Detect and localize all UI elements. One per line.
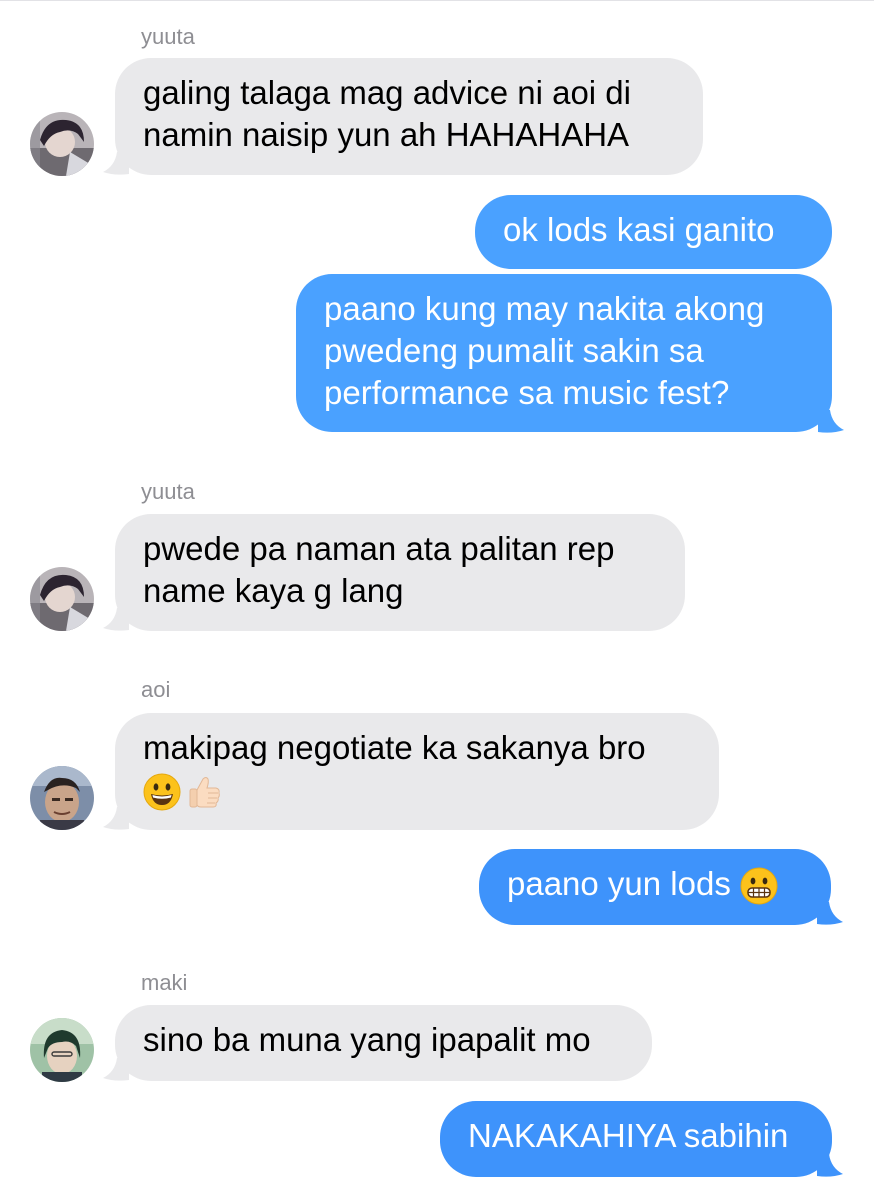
message-text-line: namin naisip yun ah HAHAHAHA — [143, 116, 630, 153]
message-bubble-outgoing[interactable]: paano kung may nakita akong pwedeng puma… — [296, 274, 832, 432]
message-text-line: paano yun lods — [507, 863, 803, 905]
avatar-aoi-icon — [30, 766, 94, 830]
message-bubble-incoming[interactable]: pwede pa naman ata palitan rep name kaya… — [115, 514, 685, 631]
avatar-maki[interactable] — [30, 1018, 94, 1082]
message-text-line: galing talaga mag advice ni aoi di — [143, 74, 631, 111]
grimacing-face-icon — [740, 867, 778, 905]
bubble-tail-incoming — [103, 608, 129, 631]
avatar-yuuta-icon — [30, 112, 94, 176]
message-text-line: performance sa music fest? — [324, 374, 730, 411]
message-text-line: makipag negotiate ka sakanya bro — [143, 729, 646, 766]
thumbs-up-light-skin-icon — [189, 777, 220, 808]
bubble-tail-outgoing — [817, 902, 843, 925]
bubble-tail-outgoing — [817, 1154, 843, 1177]
message-bubble-incoming[interactable]: galing talaga mag advice ni aoi di namin… — [115, 58, 703, 175]
message-bubble-outgoing[interactable]: paano yun lods — [479, 849, 831, 925]
sender-name: maki — [141, 970, 188, 995]
top-divider — [0, 0, 874, 1]
avatar-yuuta-icon — [30, 567, 94, 631]
sender-name: aoi — [141, 677, 171, 702]
bubble-tail-incoming — [103, 807, 129, 830]
message-bubble-incoming[interactable]: makipag negotiate ka sakanya bro — [115, 713, 719, 830]
message-text-line: name kaya g lang — [143, 572, 404, 609]
message-bubble-incoming[interactable]: sino ba muna yang ipapalit mo — [115, 1005, 652, 1081]
sender-name: yuuta — [141, 24, 195, 49]
message-emoji-line — [143, 769, 691, 811]
bubble-tail-incoming — [103, 1058, 129, 1081]
bubble-tail-incoming — [103, 152, 129, 175]
message-bubble-outgoing[interactable]: NAKAKAHIYA sabihin — [440, 1101, 832, 1177]
sender-name: yuuta — [141, 479, 195, 504]
avatar-maki-icon — [30, 1018, 94, 1082]
message-bubble-outgoing[interactable]: ok lods kasi ganito — [475, 195, 832, 269]
bubble-tail-outgoing — [818, 410, 844, 433]
message-text-line: NAKAKAHIYA sabihin — [468, 1117, 789, 1154]
grinning-face-icon — [143, 773, 181, 811]
message-text-line: sino ba muna yang ipapalit mo — [143, 1021, 591, 1058]
avatar-yuuta[interactable] — [30, 567, 94, 631]
message-text-line: pwede pa naman ata palitan rep — [143, 530, 615, 567]
avatar-aoi[interactable] — [30, 766, 94, 830]
message-text-line: pwedeng pumalit sakin sa — [324, 332, 704, 369]
message-text: paano yun lods — [507, 865, 731, 902]
message-text-line: paano kung may nakita akong — [324, 290, 765, 327]
message-text-line: ok lods kasi ganito — [503, 211, 775, 248]
avatar-yuuta[interactable] — [30, 112, 94, 176]
